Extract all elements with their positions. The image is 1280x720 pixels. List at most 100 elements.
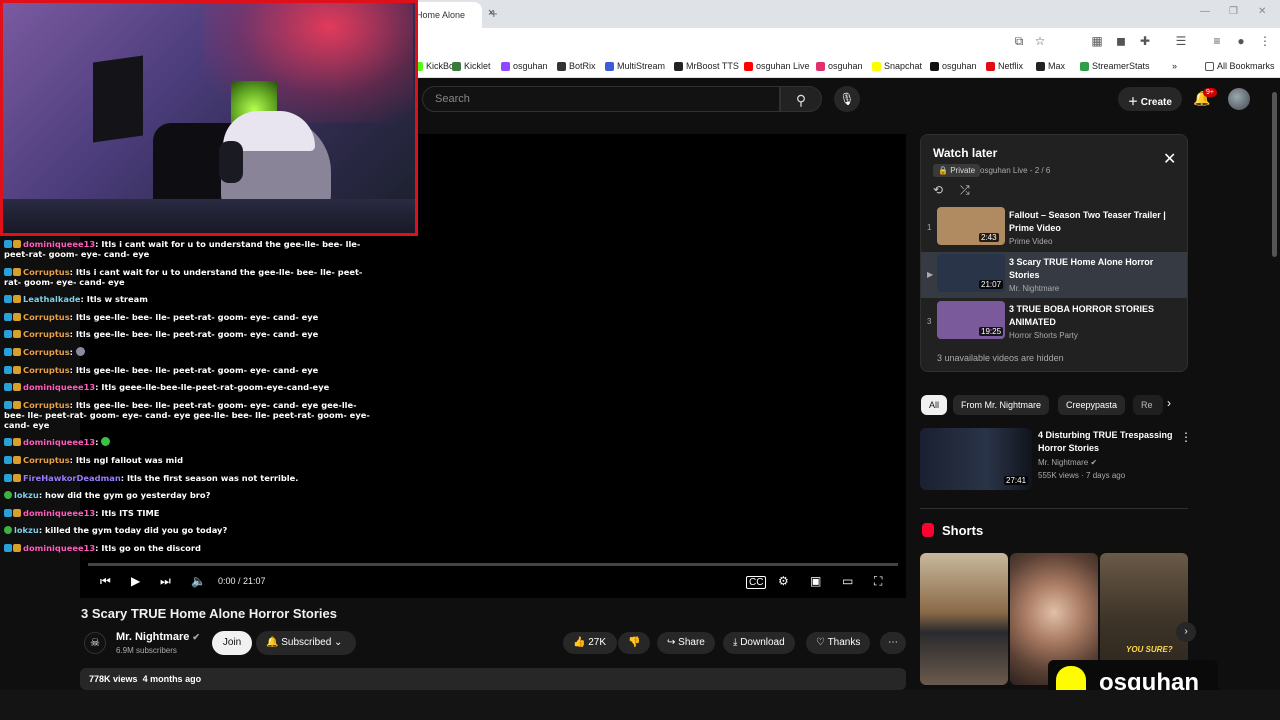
search-input[interactable]: Search: [422, 86, 780, 112]
bookmark-star-icon[interactable]: ☆: [1033, 34, 1047, 48]
chat-message: dominiqueee13: Itls geee-lle-bee-lle-pee…: [4, 382, 374, 392]
voice-search-button[interactable]: 🎙: [834, 86, 860, 112]
filter-chip[interactable]: From Mr. Nightmare: [953, 395, 1050, 415]
channel-avatar[interactable]: ☠: [84, 632, 106, 654]
subscriber-badge-icon: [4, 347, 12, 356]
gift-badge-icon: [13, 330, 21, 339]
loop-icon[interactable]: ⟲: [933, 183, 943, 197]
profile-icon[interactable]: ●: [1234, 34, 1248, 48]
bookmark-item[interactable]: osguhan: [501, 61, 548, 71]
screen: Home Alone × + — ❐ ✕ ⧉ ☆ ▦ ◼ ✚ ☰ ≡ ● ⋮ K…: [0, 0, 1280, 720]
bookmark-favicon-icon: [674, 61, 683, 71]
chat-username: Corruptus: [23, 346, 70, 357]
chevron-right-icon[interactable]: ›: [1167, 396, 1171, 410]
captions-icon[interactable]: CC: [746, 576, 767, 589]
close-icon[interactable]: ✕: [1163, 149, 1176, 169]
chat-message: dominiqueee13: Itls i cant wait for u to…: [4, 239, 374, 259]
install-app-icon[interactable]: ⧉: [1012, 34, 1026, 48]
playlist-title[interactable]: Watch later: [933, 146, 997, 160]
fullscreen-icon[interactable]: ⛶: [874, 574, 882, 589]
browser-menu-icon[interactable]: ⋮: [1258, 34, 1272, 48]
settings-gear-icon[interactable]: ⚙: [778, 574, 789, 588]
download-button[interactable]: ⤓ Download: [723, 632, 795, 654]
shuffle-icon[interactable]: ⤮: [960, 183, 970, 198]
bookmark-item[interactable]: StreamerStats: [1080, 61, 1150, 71]
browser-tab[interactable]: Home Alone: [410, 2, 482, 28]
search-button[interactable]: ⚲: [780, 86, 822, 112]
channel-name[interactable]: Mr. Nightmare ✔: [116, 631, 200, 643]
subscriber-badge-icon: [4, 473, 12, 482]
minimize-icon[interactable]: —: [1200, 6, 1210, 17]
join-button[interactable]: Join: [212, 631, 252, 655]
thumbs-down-icon: 👎: [628, 637, 641, 648]
bookmark-item[interactable]: Netflix: [986, 61, 1023, 71]
all-bookmarks-label: All Bookmarks: [1217, 61, 1275, 71]
scrollbar-thumb[interactable]: [1272, 92, 1277, 257]
reading-list-icon[interactable]: ☰: [1174, 34, 1188, 48]
channel-name-text: Mr. Nightmare: [116, 631, 190, 643]
bookmark-favicon-icon: [1036, 61, 1045, 71]
chat-text: how did the gym go yesterday bro?: [45, 490, 211, 501]
recommendation-title[interactable]: 4 Disturbing TRUE Trespassing Horror Sto…: [1038, 429, 1178, 455]
playlist-meta: osguhan Live - 2 / 6: [980, 166, 1051, 175]
short-thumbnail[interactable]: [920, 553, 1008, 685]
chat-text: Itls ITS TIME: [101, 507, 160, 518]
close-window-icon[interactable]: ✕: [1258, 6, 1266, 17]
dislike-button[interactable]: 👎: [618, 632, 650, 654]
bookmark-item[interactable]: Kicklet: [452, 61, 491, 71]
bookmarks-overflow-icon[interactable]: »: [1172, 61, 1177, 71]
subscribed-button[interactable]: 🔔 Subscribed ⌄: [256, 631, 356, 655]
verified-icon: ✔: [1090, 458, 1098, 467]
extension-icon[interactable]: ◼: [1114, 34, 1128, 48]
extensions-puzzle-icon[interactable]: ✚: [1138, 34, 1152, 48]
filter-chip[interactable]: Creepypasta: [1058, 395, 1126, 415]
miniplayer-icon[interactable]: ▣: [810, 574, 821, 588]
playlist-item[interactable]: ▶ 21:07 3 Scary TRUE Home Alone Horror Sto…: [921, 252, 1187, 298]
bookmark-favicon-icon: [1080, 61, 1089, 71]
bookmark-item[interactable]: MrBoost TTS: [674, 61, 739, 71]
bottom-bar: [0, 690, 1280, 720]
bookmark-item[interactable]: KickBot: [414, 61, 457, 71]
recommendation-channel[interactable]: Mr. Nightmare ✔: [1038, 458, 1097, 467]
next-icon[interactable]: ⏭: [160, 574, 171, 589]
bookmark-item[interactable]: osguhan: [930, 61, 977, 71]
chat-text: Itls ngl fallout was mid: [75, 454, 184, 465]
create-button[interactable]: ＋ Create: [1118, 87, 1182, 111]
playlist-item[interactable]: 3 19:25 3 TRUE BOBA HORROR STORIES ANIMATE…: [921, 299, 1187, 345]
bookmark-label: MrBoost TTS: [686, 61, 739, 71]
media-control-icon[interactable]: ≡: [1210, 34, 1224, 48]
subscriber-badge-icon: [4, 295, 12, 304]
more-actions-icon[interactable]: ⋯: [880, 632, 906, 654]
playlist-item[interactable]: 1 2:43 Fallout – Season Two Teaser Trailer…: [921, 205, 1187, 251]
shorts-next-icon[interactable]: ›: [1176, 622, 1196, 642]
play-icon[interactable]: ▶: [131, 574, 140, 588]
chat-text: killed the gym today did you go today?: [45, 525, 228, 536]
account-avatar[interactable]: [1228, 88, 1250, 110]
filter-chip[interactable]: All: [921, 395, 948, 415]
gift-badge-icon: [13, 400, 21, 409]
more-options-icon[interactable]: ⋮: [1180, 430, 1192, 444]
all-bookmarks[interactable]: All Bookmarks: [1205, 61, 1275, 71]
previous-icon[interactable]: ⏮: [100, 574, 111, 589]
share-button[interactable]: ↪ Share: [657, 632, 715, 654]
subscriber-badge-icon: [4, 267, 12, 276]
video-progress-bar[interactable]: [88, 563, 898, 566]
filter-chip[interactable]: Re: [1133, 395, 1163, 415]
volume-icon[interactable]: 🔈: [191, 574, 206, 588]
maximize-icon[interactable]: ❐: [1229, 6, 1238, 17]
bookmark-item[interactable]: BotRix: [557, 61, 596, 71]
like-button[interactable]: 👍 27K: [563, 632, 617, 654]
new-tab-icon[interactable]: +: [490, 6, 498, 21]
bookmark-item[interactable]: MultiStream: [605, 61, 665, 71]
bookmark-item[interactable]: osguhan: [816, 61, 863, 71]
description-box[interactable]: 778K views 4 months ago: [80, 668, 906, 690]
theater-mode-icon[interactable]: ▭: [842, 574, 853, 588]
bookmark-item[interactable]: Max: [1036, 61, 1065, 71]
thanks-button[interactable]: ♡ Thanks: [806, 632, 871, 654]
divider: [920, 508, 1188, 509]
bookmark-item[interactable]: osguhan Live: [744, 61, 810, 71]
bookmark-item[interactable]: Snapchat: [872, 61, 922, 71]
verified-icon: ✔: [192, 632, 200, 642]
extension-icon[interactable]: ▦: [1090, 34, 1104, 48]
subscribed-label: Subscribed: [281, 637, 332, 648]
